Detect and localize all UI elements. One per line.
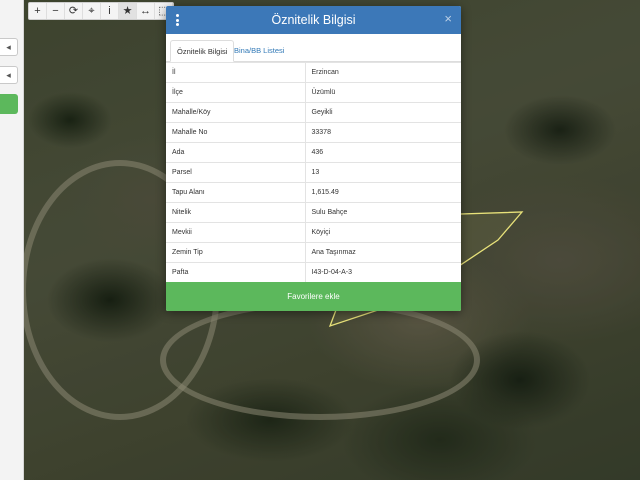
attribute-key: Zemin Tip: [166, 242, 306, 263]
table-row: İl Erzincan: [166, 62, 461, 83]
attribute-key: Ada: [166, 142, 306, 163]
info-icon[interactable]: i: [101, 3, 119, 19]
tab-building-list[interactable]: Bina/BB Listesi: [228, 40, 290, 62]
attribute-value: 33378: [305, 122, 461, 143]
add-favorite-button[interactable]: Favorilere ekle: [166, 282, 461, 311]
table-row: İlçe Üzümlü: [166, 82, 461, 103]
map-toolbar: + − ⟳ ⌖ i ★ ↔ ⬚: [28, 2, 174, 20]
attribute-value: Geyikli: [305, 102, 461, 123]
attribute-value: Köyiçi: [305, 222, 461, 243]
attribute-value: 436: [305, 142, 461, 163]
table-row: Parsel 13: [166, 162, 461, 183]
attribute-value: Ana Taşınmaz: [305, 242, 461, 263]
dialog-title: Öznitelik Bilgisi: [271, 13, 356, 27]
left-panel: ◂ ◂: [0, 0, 24, 480]
attribute-key: Mevkii: [166, 222, 306, 243]
attribute-key: Parsel: [166, 162, 306, 183]
attribute-value: Sulu Bahçe: [305, 202, 461, 223]
attribute-value: Erzincan: [305, 62, 461, 83]
minus-icon[interactable]: −: [47, 3, 65, 19]
attribute-key: Mahalle No: [166, 122, 306, 143]
attribute-value: 13: [305, 162, 461, 183]
plus-icon[interactable]: +: [29, 3, 47, 19]
measure-icon[interactable]: ↔: [137, 3, 155, 19]
locate-icon[interactable]: ⌖: [83, 3, 101, 19]
layer-select[interactable]: ◂: [0, 66, 18, 84]
attribute-dialog: Öznitelik Bilgisi × Öznitelik Bilgisi Bi…: [166, 6, 461, 311]
table-row: Mahalle No 33378: [166, 122, 461, 143]
close-icon[interactable]: ×: [444, 12, 452, 26]
refresh-icon[interactable]: ⟳: [65, 3, 83, 19]
attribute-value: 1,615.49: [305, 182, 461, 203]
table-row: Zemin Tip Ana Taşınmaz: [166, 242, 461, 263]
attribute-key: İl: [166, 62, 306, 83]
attribute-key: İlçe: [166, 82, 306, 103]
dialog-tabs: Öznitelik Bilgisi Bina/BB Listesi: [166, 34, 461, 62]
attribute-value: I43-D-04-A-3: [305, 262, 461, 283]
apply-button[interactable]: [0, 94, 18, 114]
attribute-key: Mahalle/Köy: [166, 102, 306, 123]
layer-select[interactable]: ◂: [0, 38, 18, 56]
star-icon[interactable]: ★: [119, 3, 137, 19]
table-row: Ada 436: [166, 142, 461, 163]
table-row: Nitelik Sulu Bahçe: [166, 202, 461, 223]
table-row: Mahalle/Köy Geyikli: [166, 102, 461, 123]
table-row: Tapu Alanı 1,615.49: [166, 182, 461, 203]
attribute-key: Nitelik: [166, 202, 306, 223]
table-row: Pafta I43-D-04-A-3: [166, 262, 461, 283]
table-row: Mevkii Köyiçi: [166, 222, 461, 243]
dialog-header: Öznitelik Bilgisi ×: [166, 6, 461, 34]
attribute-value: Üzümlü: [305, 82, 461, 103]
attribute-table: İl Erzincan İlçe Üzümlü Mahalle/Köy Geyikli Ma…: [166, 62, 461, 283]
attribute-key: Tapu Alanı: [166, 182, 306, 203]
tab-attributes[interactable]: Öznitelik Bilgisi: [170, 40, 235, 62]
attribute-key: Pafta: [166, 262, 306, 283]
